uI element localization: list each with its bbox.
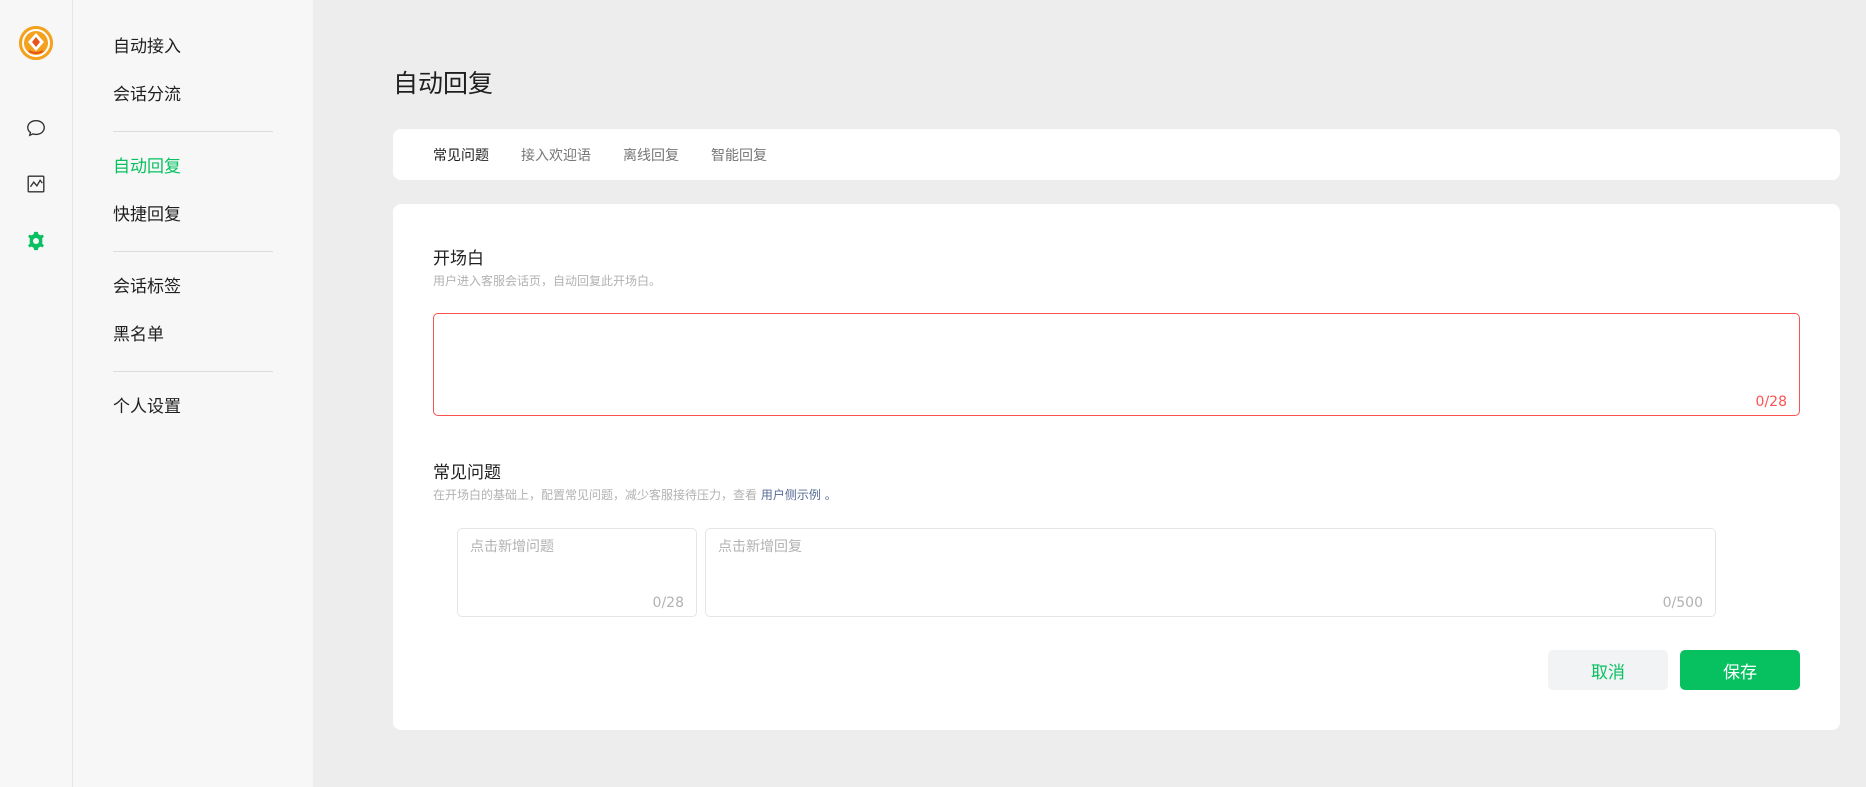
- sidebar: 自动接入 会话分流 自动回复 快捷回复 会话标签 黑名单 个人设置: [73, 0, 313, 787]
- sidebar-item-personal-settings[interactable]: 个人设置: [113, 383, 273, 431]
- sidebar-group-personal: 个人设置: [113, 383, 273, 431]
- tab-offline-reply[interactable]: 离线回复: [623, 145, 679, 165]
- sidebar-group-manage: 会话标签 黑名单: [113, 263, 273, 359]
- tab-smart-reply[interactable]: 智能回复: [711, 145, 767, 165]
- tab-bar: 常见问题 接入欢迎语 离线回复 智能回复: [393, 129, 1840, 180]
- opening-textarea-box: 0/28: [433, 313, 1800, 416]
- chat-bubble-icon[interactable]: [24, 116, 48, 140]
- answer-field-box: 0/500: [705, 528, 1716, 617]
- sidebar-divider: [113, 251, 273, 252]
- cancel-button[interactable]: 取消: [1548, 650, 1668, 690]
- app-logo-icon[interactable]: [19, 26, 53, 60]
- main-content: 自动回复 常见问题 接入欢迎语 离线回复 智能回复 开场白 用户进入客服会话页，…: [313, 0, 1866, 787]
- faq-description-suffix: 。: [824, 488, 837, 502]
- sidebar-group-reply: 自动回复 快捷回复: [113, 143, 273, 239]
- opening-input[interactable]: [434, 314, 1799, 415]
- sidebar-item-blacklist[interactable]: 黑名单: [113, 311, 273, 359]
- sidebar-divider: [113, 131, 273, 132]
- faq-description: 在开场白的基础上，配置常见问题，减少客服接待压力，查看 用户侧示例 。: [433, 486, 837, 503]
- sidebar-group-access: 自动接入 会话分流: [113, 23, 273, 119]
- sidebar-item-auto-reply[interactable]: 自动回复: [113, 143, 273, 191]
- opening-title: 开场白: [433, 249, 484, 269]
- faq-title: 常见问题: [433, 463, 501, 483]
- sidebar-divider: [113, 371, 273, 372]
- opening-description: 用户进入客服会话页，自动回复此开场白。: [433, 274, 662, 288]
- faq-description-text: 在开场白的基础上，配置常见问题，减少客服接待压力，查看: [433, 488, 758, 502]
- save-button[interactable]: 保存: [1680, 650, 1800, 690]
- page-title: 自动回复: [393, 69, 494, 98]
- answer-counter: 0/500: [1662, 595, 1703, 611]
- tab-welcome[interactable]: 接入欢迎语: [521, 145, 591, 165]
- tab-faq[interactable]: 常见问题: [433, 145, 489, 165]
- question-field-box: 0/28: [457, 528, 697, 617]
- user-side-example-link[interactable]: 用户侧示例: [761, 488, 821, 502]
- sidebar-item-session-tags[interactable]: 会话标签: [113, 263, 273, 311]
- opening-counter: 0/28: [1755, 394, 1787, 410]
- settings-card: 开场白 用户进入客服会话页，自动回复此开场白。 0/28 常见问题 在开场白的基…: [393, 204, 1840, 730]
- question-counter: 0/28: [652, 595, 684, 611]
- question-input[interactable]: [470, 539, 685, 555]
- answer-input[interactable]: [718, 539, 1627, 555]
- icon-rail: [0, 0, 73, 787]
- gear-icon[interactable]: [24, 229, 48, 253]
- chart-icon[interactable]: [24, 172, 48, 196]
- sidebar-item-auto-access[interactable]: 自动接入: [113, 23, 273, 71]
- sidebar-item-quick-reply[interactable]: 快捷回复: [113, 191, 273, 239]
- sidebar-item-session-routing[interactable]: 会话分流: [113, 71, 273, 119]
